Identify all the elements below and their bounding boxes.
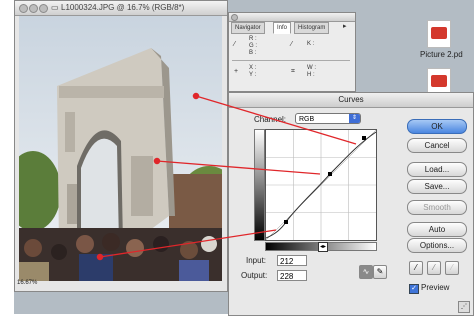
image-document-window: ▭ L1000324.JPG @ 16.7% (RGB/8*) 16.67% (14, 0, 228, 292)
smooth-button[interactable]: Smooth (407, 200, 467, 215)
pencil-tool-icon[interactable]: ✎ (373, 265, 387, 279)
zoom-window-button[interactable] (39, 4, 48, 13)
k-readout-label: K : (307, 41, 315, 47)
cancel-button[interactable]: Cancel (407, 138, 467, 153)
load-button[interactable]: Load... (407, 162, 467, 177)
eyedropper-icon-2: ⁄ (291, 41, 293, 48)
desktop-file-label[interactable]: Picture 2.pd (420, 50, 463, 59)
output-label: Output: (241, 271, 268, 280)
image-window-titlebar[interactable]: ▭ L1000324.JPG @ 16.7% (RGB/8*) (15, 1, 227, 16)
info-palette-titlebar[interactable] (229, 13, 355, 22)
minimize-window-button[interactable] (29, 4, 38, 13)
gray-point-eyedropper-icon[interactable]: ⁄ (427, 261, 441, 275)
eyedropper-icon: ⁄ (234, 41, 236, 48)
preview-label: Preview (421, 283, 450, 292)
save-button[interactable]: Save... (407, 179, 467, 194)
curve-point-midtones (328, 172, 332, 176)
photo-canvas[interactable] (19, 16, 222, 281)
input-label: Input: (246, 256, 267, 265)
selection-size-icon: ⌗ (291, 68, 295, 75)
close-window-button[interactable] (19, 4, 28, 13)
output-value-field[interactable]: 228 (277, 270, 307, 281)
channel-label: Channel: (254, 115, 287, 124)
washington-square-arch-photo (19, 16, 222, 281)
ok-button[interactable]: OK (407, 119, 467, 134)
options-button[interactable]: Options... (407, 238, 467, 253)
output-gradient-bar (254, 129, 265, 241)
xy-readout-labels: X : Y : (249, 65, 257, 78)
tab-info[interactable]: Info (273, 22, 292, 34)
curves-dialog-title[interactable]: Curves (229, 93, 473, 108)
curve-point-highlights (362, 136, 366, 140)
zoom-level-readout[interactable]: 16.67% (17, 280, 37, 286)
rgb-readout-labels: R : G : B : (249, 36, 258, 56)
crosshair-icon: + (234, 68, 239, 75)
info-palette: Navigator Info Histogram ▸ ⁄ R : G : B :… (228, 12, 356, 92)
auto-button[interactable]: Auto (407, 222, 467, 237)
wh-readout-labels: W : H : (307, 65, 316, 78)
palette-menu-icon[interactable]: ▸ (343, 22, 347, 30)
tab-navigator[interactable]: Navigator (231, 22, 265, 34)
curve-plot (265, 129, 377, 241)
chevron-updown-icon: ⇕ (349, 114, 360, 123)
curve-graph[interactable] (265, 129, 377, 241)
curves-dialog: Curves Channel: RGB ⇕ ◂▸ Input: 212 Outp… (228, 92, 474, 316)
tab-histogram[interactable]: Histogram (294, 22, 330, 34)
close-palette-button[interactable] (231, 14, 238, 21)
input-gradient-bar: ◂▸ (265, 242, 377, 252)
input-value-field[interactable]: 212 (277, 255, 307, 266)
image-window-title: L1000324.JPG @ 16.7% (RGB/8*) (61, 3, 185, 12)
pdf-file-icon[interactable] (427, 20, 451, 48)
preview-checkbox[interactable]: ✓ (409, 284, 419, 294)
white-point-eyedropper-icon[interactable]: ⁄ (445, 261, 459, 275)
resize-grip-icon[interactable]: ⋰ (458, 301, 470, 313)
document-icon: ▭ (51, 3, 59, 12)
gradient-toggle-arrows-icon[interactable]: ◂▸ (318, 242, 328, 252)
channel-select-value: RGB (299, 116, 315, 123)
palette-divider (232, 60, 350, 61)
curve-point-shadows (284, 220, 288, 224)
channel-select[interactable]: RGB ⇕ (295, 113, 361, 124)
black-point-eyedropper-icon[interactable]: ⁄ (409, 261, 423, 275)
curve-tool-icon[interactable]: ∿ (359, 265, 373, 279)
